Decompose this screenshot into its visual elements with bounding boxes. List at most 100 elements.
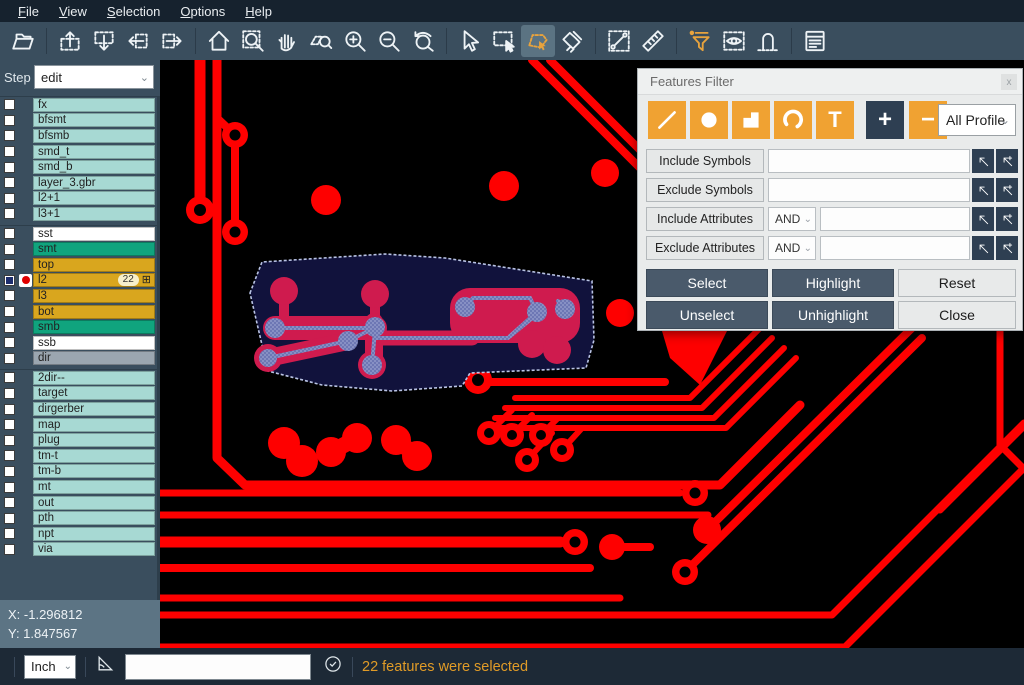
active-layer-indicator[interactable] xyxy=(18,191,33,207)
view-eye-icon[interactable] xyxy=(717,25,751,57)
active-layer-indicator[interactable] xyxy=(18,401,33,417)
layer-label[interactable]: 2dir-- xyxy=(33,371,155,385)
include-symbols-field[interactable] xyxy=(768,149,970,173)
layer-label[interactable]: layer_3.gbr xyxy=(33,176,155,190)
unit-select[interactable]: Inch ⌄ xyxy=(24,655,76,679)
pan-up-icon[interactable] xyxy=(53,25,87,57)
pan-hand-icon[interactable] xyxy=(270,25,304,57)
layer-label[interactable]: fx xyxy=(33,98,155,112)
reset-button[interactable]: Reset xyxy=(898,269,1016,297)
pan-right-icon[interactable] xyxy=(155,25,189,57)
layer-visibility-checkbox[interactable] xyxy=(0,479,18,495)
layer-label[interactable]: sst xyxy=(33,227,155,241)
active-layer-indicator[interactable] xyxy=(18,159,33,175)
active-layer-indicator[interactable] xyxy=(18,241,33,257)
layer-visibility-checkbox[interactable] xyxy=(0,401,18,417)
layer-label[interactable]: target xyxy=(33,386,155,400)
arc-feature-button[interactable] xyxy=(774,101,812,139)
active-layer-indicator[interactable] xyxy=(18,226,33,242)
layer-visibility-checkbox[interactable] xyxy=(0,335,18,351)
include-attributes-operator[interactable]: AND⌄ xyxy=(768,207,816,231)
layer-visibility-checkbox[interactable] xyxy=(0,128,18,144)
layer-visibility-checkbox[interactable] xyxy=(0,206,18,222)
active-layer-indicator[interactable] xyxy=(18,273,33,289)
report-list-icon[interactable] xyxy=(798,25,832,57)
layer-visibility-checkbox[interactable] xyxy=(0,97,18,113)
step-select[interactable]: edit ⌄ xyxy=(34,65,154,89)
pick-add-attribute-icon[interactable] xyxy=(996,236,1018,260)
layer-label[interactable]: smd_t xyxy=(33,145,155,159)
layer-visibility-checkbox[interactable] xyxy=(0,191,18,207)
select-button[interactable]: Select xyxy=(646,269,768,297)
layer-label[interactable]: bot xyxy=(33,305,155,319)
surface-feature-button[interactable] xyxy=(732,101,770,139)
line-feature-button[interactable] xyxy=(648,101,686,139)
pad-feature-button[interactable] xyxy=(690,101,728,139)
active-layer-indicator[interactable] xyxy=(18,510,33,526)
active-layer-indicator[interactable] xyxy=(18,495,33,511)
layer-visibility-checkbox[interactable] xyxy=(0,226,18,242)
layer-label[interactable]: l3 xyxy=(33,289,155,303)
layer-visibility-checkbox[interactable] xyxy=(0,464,18,480)
layer-visibility-checkbox[interactable] xyxy=(0,273,18,289)
active-layer-indicator[interactable] xyxy=(18,288,33,304)
layer-visibility-checkbox[interactable] xyxy=(0,432,18,448)
layer-visibility-checkbox[interactable] xyxy=(0,304,18,320)
active-layer-indicator[interactable] xyxy=(18,257,33,273)
pan-down-icon[interactable] xyxy=(87,25,121,57)
active-layer-indicator[interactable] xyxy=(18,448,33,464)
pick-attribute-icon[interactable] xyxy=(972,236,994,260)
text-feature-button[interactable]: T xyxy=(816,101,854,139)
layer-label[interactable]: bfsmb xyxy=(33,129,155,143)
unselect-button[interactable]: Unselect xyxy=(646,301,768,329)
profile-select[interactable]: All Profile ⌄ xyxy=(938,104,1016,136)
pick-add-attribute-icon[interactable] xyxy=(996,207,1018,231)
pick-attribute-icon[interactable] xyxy=(972,207,994,231)
layer-label[interactable]: pth xyxy=(33,511,155,525)
layer-visibility-checkbox[interactable] xyxy=(0,175,18,191)
exclude-symbols-field[interactable] xyxy=(768,178,970,202)
add-filter-button[interactable]: + xyxy=(866,101,904,139)
unhighlight-button[interactable]: Unhighlight xyxy=(772,301,894,329)
layer-label[interactable]: smt xyxy=(33,242,155,256)
layer-label[interactable]: top xyxy=(33,258,155,272)
layer-visibility-checkbox[interactable] xyxy=(0,386,18,402)
close-button[interactable]: Close xyxy=(898,301,1016,329)
layer-label[interactable]: plug xyxy=(33,433,155,447)
active-layer-indicator[interactable] xyxy=(18,370,33,386)
layer-label[interactable]: l3+1 xyxy=(33,207,155,221)
active-layer-indicator[interactable] xyxy=(18,304,33,320)
layer-visibility-checkbox[interactable] xyxy=(0,113,18,129)
home-view-icon[interactable] xyxy=(202,25,236,57)
snap-magnet-icon[interactable] xyxy=(751,25,785,57)
zoom-in-icon[interactable] xyxy=(338,25,372,57)
layer-visibility-checkbox[interactable] xyxy=(0,241,18,257)
layer-visibility-checkbox[interactable] xyxy=(0,370,18,386)
active-layer-indicator[interactable] xyxy=(18,526,33,542)
scrollbar[interactable] xyxy=(157,96,160,616)
include-attributes-button[interactable]: Include Attributes xyxy=(646,207,764,231)
exclude-attributes-field[interactable] xyxy=(820,236,970,260)
active-layer-indicator[interactable] xyxy=(18,542,33,558)
pick-add-symbol-icon[interactable] xyxy=(996,149,1018,173)
layer-label[interactable]: out xyxy=(33,496,155,510)
pick-symbol-icon[interactable] xyxy=(972,178,994,202)
active-layer-indicator[interactable] xyxy=(18,417,33,433)
zoom-out-icon[interactable] xyxy=(372,25,406,57)
zoom-previous-icon[interactable] xyxy=(406,25,440,57)
active-layer-indicator[interactable] xyxy=(18,479,33,495)
features-filter-icon[interactable] xyxy=(683,25,717,57)
measure-distance-icon[interactable] xyxy=(602,25,636,57)
layer-label[interactable]: dir xyxy=(33,351,155,365)
menu-selection[interactable]: Selection xyxy=(97,2,170,21)
layer-visibility-checkbox[interactable] xyxy=(0,319,18,335)
layer-visibility-checkbox[interactable] xyxy=(0,351,18,367)
exclude-attributes-operator[interactable]: AND⌄ xyxy=(768,236,816,260)
layer-visibility-checkbox[interactable] xyxy=(0,288,18,304)
ruler-icon[interactable] xyxy=(636,25,670,57)
layer-label[interactable]: npt xyxy=(33,527,155,541)
active-layer-indicator[interactable] xyxy=(18,386,33,402)
layer-label[interactable]: mt xyxy=(33,480,155,494)
pick-add-symbol-icon[interactable] xyxy=(996,178,1018,202)
layer-visibility-checkbox[interactable] xyxy=(0,144,18,160)
